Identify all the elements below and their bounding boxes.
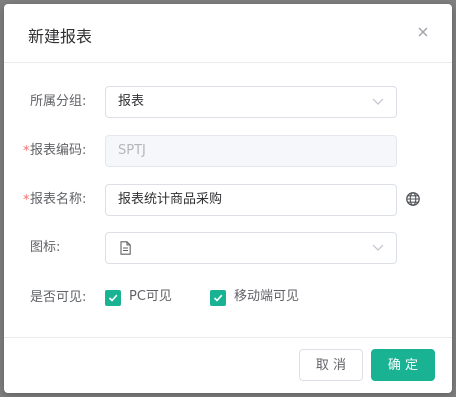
icon-label: 图标: [30, 240, 61, 255]
required-mark: * [23, 193, 30, 208]
new-report-dialog: 新建报表 所属分组: 报表 * 报表编码: SPTJ * 报表名称: 报表统计商… [4, 4, 452, 393]
code-label: 报表编码: [30, 143, 87, 158]
group-select-value: 报表 [118, 94, 145, 109]
chevron-down-icon [372, 98, 384, 105]
name-input[interactable]: 报表统计商品采购 [105, 184, 397, 216]
confirm-button[interactable]: 确 定 [371, 349, 435, 381]
form-row-name: * 报表名称: 报表统计商品采购 [4, 184, 452, 216]
form-row-code: * 报表编码: SPTJ [4, 135, 452, 167]
mobile-visible-label: 移动端可见 [234, 289, 300, 304]
dialog-title: 新建报表 [28, 27, 93, 46]
code-input-value: SPTJ [118, 143, 146, 158]
group-label: 所属分组: [30, 94, 87, 109]
visible-label: 是否可见: [30, 290, 87, 305]
dialog-header: 新建报表 [4, 4, 452, 63]
form-row-icon: 图标: [4, 232, 452, 264]
form-row-visible: 是否可见: PC可见 移动端可见 [4, 282, 452, 314]
mobile-visible-checkbox[interactable]: 移动端可见 [210, 289, 320, 306]
cancel-button[interactable]: 取 消 [299, 349, 363, 381]
checkbox-checked-icon [210, 290, 226, 306]
required-mark: * [23, 144, 30, 159]
file-icon [120, 241, 131, 255]
footer-divider [4, 337, 452, 338]
group-select[interactable]: 报表 [105, 86, 397, 118]
name-label: 报表名称: [30, 192, 87, 207]
pc-visible-label: PC可见 [129, 289, 172, 304]
globe-icon[interactable] [405, 191, 421, 207]
chevron-down-icon [372, 244, 384, 251]
checkbox-checked-icon [105, 290, 121, 306]
close-icon[interactable] [416, 25, 430, 39]
name-input-value: 报表统计商品采购 [118, 192, 223, 207]
icon-select[interactable] [105, 232, 397, 264]
code-input[interactable]: SPTJ [105, 135, 397, 167]
form-row-group: 所属分组: 报表 [4, 86, 452, 118]
pc-visible-checkbox[interactable]: PC可见 [105, 289, 185, 306]
